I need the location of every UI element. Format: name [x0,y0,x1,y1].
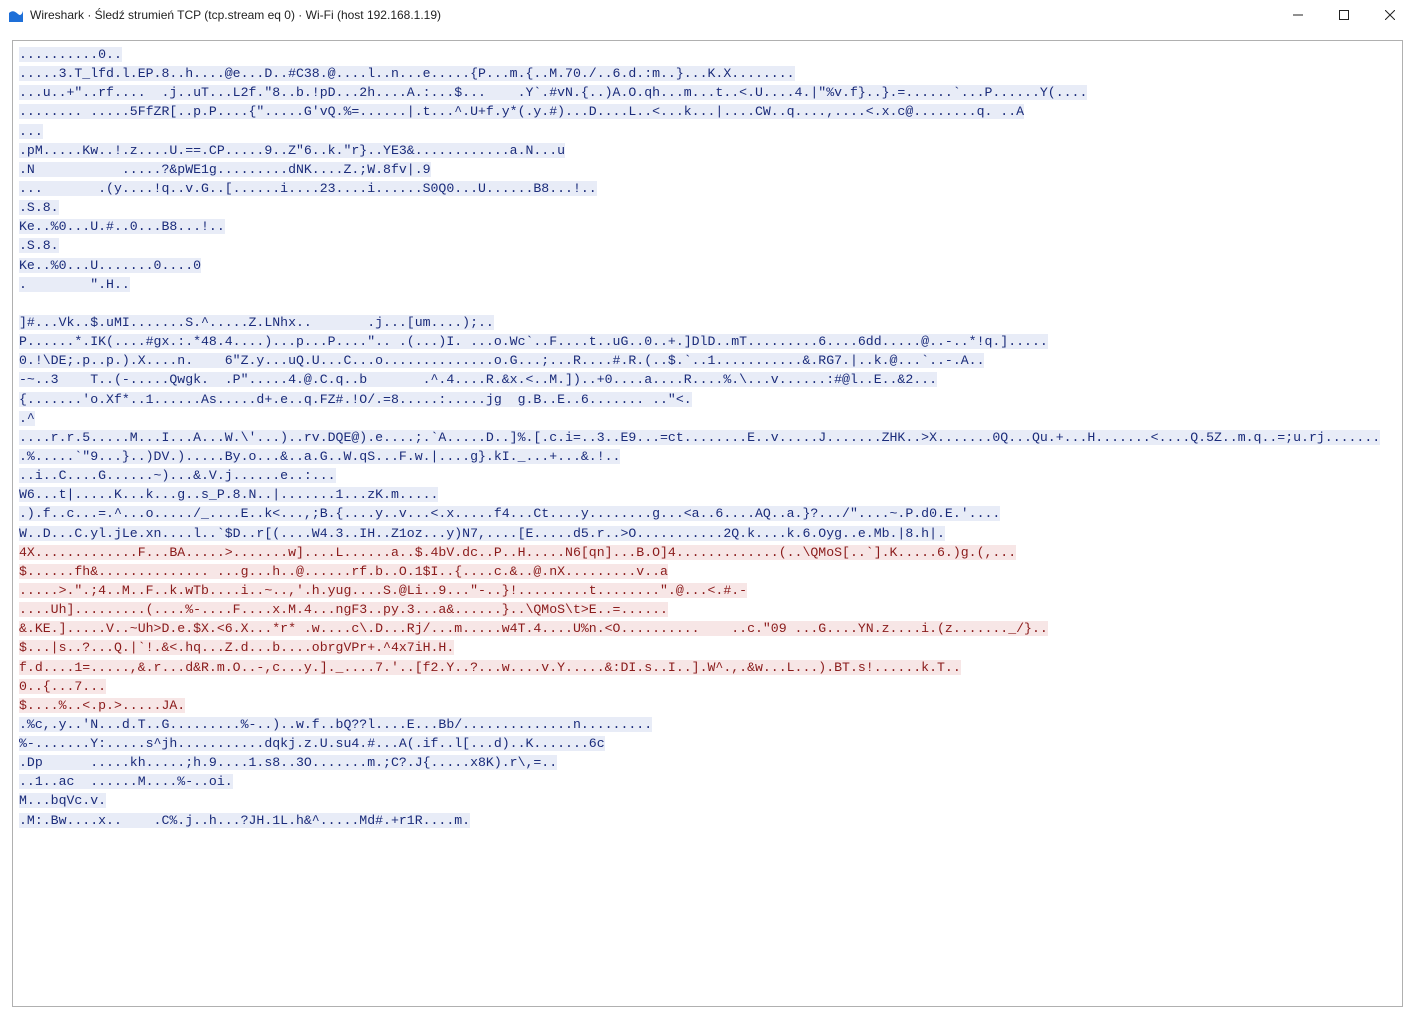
stream-segment-server: .%c,.y..'N...d.T..G.........%-..)..w.f..… [19,717,652,828]
content-area: ..........0.. .....3.T_lfd.l.EP.8..h....… [0,30,1413,1017]
close-button[interactable] [1367,0,1413,30]
window-titlebar: Wireshark · Śledź strumień TCP (tcp.stre… [0,0,1413,30]
stream-segment-server: ..........0.. .....3.T_lfd.l.EP.8..h....… [19,47,1380,541]
tcp-stream-text[interactable]: ..........0.. .....3.T_lfd.l.EP.8..h....… [12,40,1403,1007]
window-title: Wireshark · Śledź strumień TCP (tcp.stre… [30,8,441,22]
maximize-button[interactable] [1321,0,1367,30]
window-controls [1275,0,1413,30]
minimize-button[interactable] [1275,0,1321,30]
wireshark-fin-icon [8,7,24,23]
stream-segment-client: 4X.............F...BA.....>.......w]....… [19,545,1048,713]
